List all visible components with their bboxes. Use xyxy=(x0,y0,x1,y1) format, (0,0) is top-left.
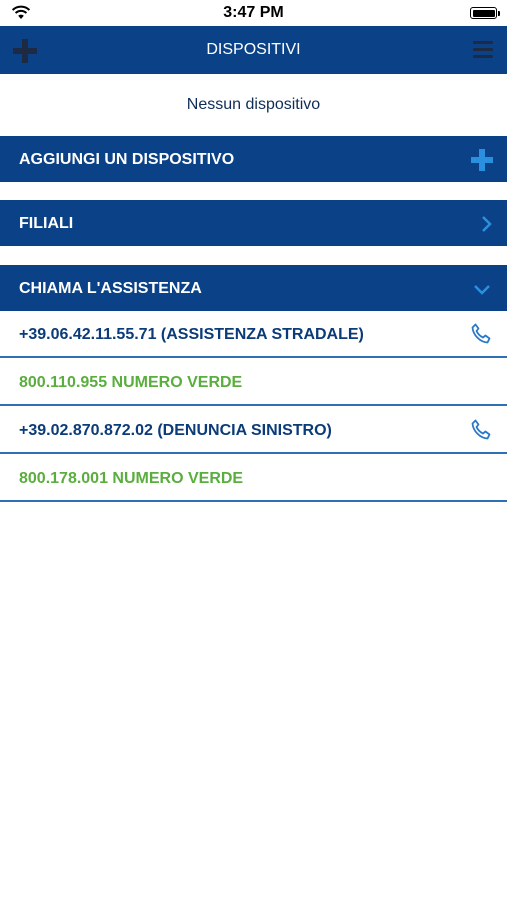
support-row-roadside[interactable]: +39.06.42.11.55.71 (ASSISTENZA STRADALE) xyxy=(0,311,507,358)
phone-icon[interactable] xyxy=(469,418,493,442)
toll-free-number-label: 800.110.955 NUMERO VERDE xyxy=(19,374,243,391)
page-title: DISPOSITIVI xyxy=(206,41,301,58)
phone-icon[interactable] xyxy=(469,322,493,346)
nav-bar: DISPOSITIVI xyxy=(0,26,507,74)
status-bar: 3:47 PM xyxy=(0,0,507,26)
empty-devices-message: Nessun dispositivo xyxy=(186,96,321,113)
support-row-toll-free-2[interactable]: 800.178.001 NUMERO VERDE xyxy=(0,455,507,502)
support-row-claims[interactable]: +39.02.870.872.02 (DENUNCIA SINISTRO) xyxy=(0,407,507,454)
branches-label: FILIALI xyxy=(19,215,74,232)
plus-icon xyxy=(471,149,493,171)
status-time: 3:47 PM xyxy=(223,4,284,21)
call-support-label: CHIAMA L'ASSISTENZA xyxy=(19,280,202,297)
phone-number-label: +39.06.42.11.55.71 (ASSISTENZA STRADALE) xyxy=(19,326,364,343)
branches-button[interactable]: FILIALI xyxy=(0,200,507,246)
hamburger-menu-icon[interactable] xyxy=(473,41,493,59)
support-row-toll-free-1[interactable]: 800.110.955 NUMERO VERDE xyxy=(0,359,507,406)
phone-number-label: +39.02.870.872.02 (DENUNCIA SINISTRO) xyxy=(19,422,332,439)
chevron-right-icon xyxy=(482,216,492,232)
toll-free-number-label: 800.178.001 NUMERO VERDE xyxy=(19,470,244,487)
chevron-down-icon xyxy=(474,285,490,295)
call-support-header[interactable]: CHIAMA L'ASSISTENZA xyxy=(0,265,507,311)
battery-icon xyxy=(470,7,500,19)
add-device-label: AGGIUNGI UN DISPOSITIVO xyxy=(19,151,235,168)
add-device-button[interactable]: AGGIUNGI UN DISPOSITIVO xyxy=(0,136,507,182)
